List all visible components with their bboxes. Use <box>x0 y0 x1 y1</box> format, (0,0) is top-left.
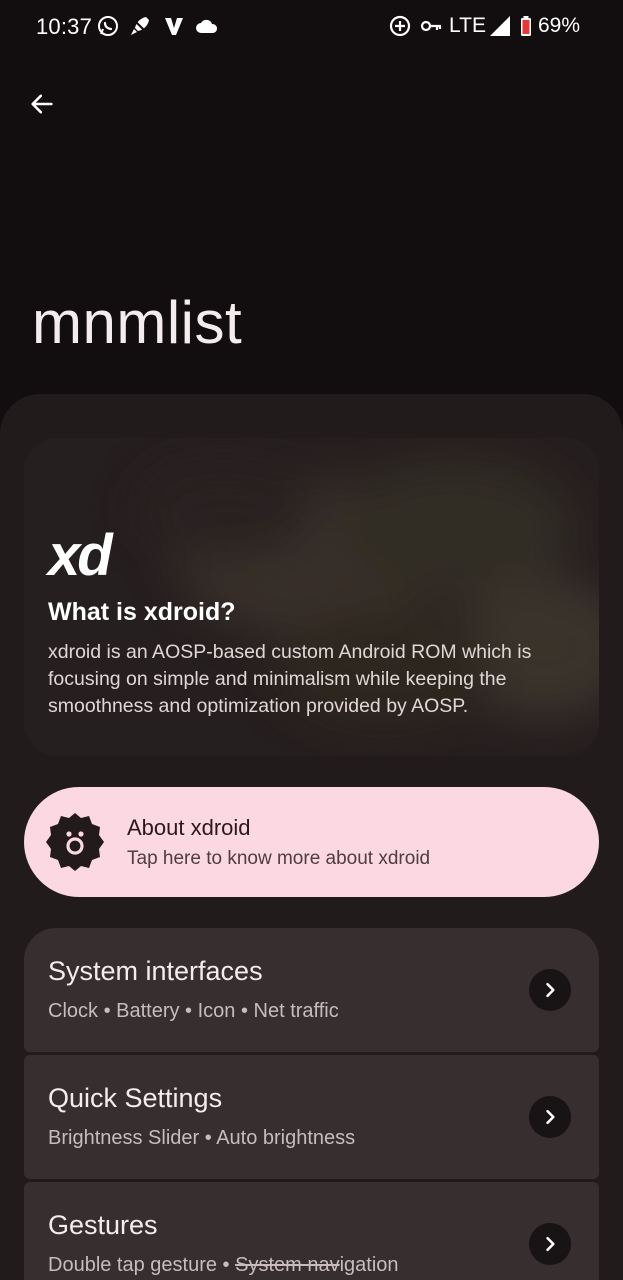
screen: 10:37 LTE 69% mnmlist xd What is xdroid?… <box>0 0 623 1280</box>
item-subtitle-struck: System nav <box>235 1254 340 1276</box>
chevron-button[interactable] <box>529 969 571 1011</box>
settings-item-gestures[interactable]: Gestures Double tap gesture • System nav… <box>24 1182 599 1280</box>
item-title: System interfaces <box>48 956 263 986</box>
about-subtitle: Tap here to know more about xdroid <box>127 848 431 869</box>
item-subtitle: Brightness Slider • Auto brightness <box>48 1127 356 1149</box>
xdroid-badge-icon <box>46 813 104 871</box>
hero-description: xdroid is an AOSP-based custom Android R… <box>48 641 532 717</box>
chevron-right-icon <box>546 1109 555 1125</box>
cloud-icon <box>196 19 218 33</box>
battery-percent: 69% <box>538 14 581 37</box>
settings-item-system-interfaces[interactable]: System interfaces Clock • Battery • Icon… <box>24 928 599 1052</box>
vpn-key-icon <box>420 20 442 32</box>
hero-card: xd What is xdroid? xdroid is an AOSP-bas… <box>24 438 599 756</box>
settings-item-quick-settings[interactable]: Quick Settings Brightness Slider • Auto … <box>24 1055 599 1179</box>
rocket-icon <box>130 16 150 36</box>
back-button[interactable] <box>18 80 66 128</box>
item-subtitle-plain: Double tap gesture • <box>48 1254 236 1276</box>
network-type: LTE <box>449 14 486 37</box>
status-bar: 10:37 LTE 69% <box>0 0 623 56</box>
chevron-right-icon <box>546 982 555 998</box>
data-saver-icon <box>389 15 411 37</box>
battery-icon <box>521 16 531 36</box>
page-title: mnmlist <box>32 289 243 356</box>
item-title: Quick Settings <box>48 1083 223 1113</box>
chevron-right-icon <box>546 1236 555 1252</box>
arrow-back-icon <box>31 94 53 114</box>
about-title: About xdroid <box>127 815 251 840</box>
item-title: Gestures <box>48 1210 158 1240</box>
item-subtitle-rest: igation <box>339 1254 399 1276</box>
hero-title: What is xdroid? <box>48 598 236 626</box>
item-subtitle: Double tap gesture • System navigation <box>48 1254 399 1277</box>
about-xdroid-card[interactable]: About xdroid Tap here to know more about… <box>24 787 599 897</box>
whatsapp-icon <box>98 16 118 36</box>
chevron-button[interactable] <box>529 1223 571 1265</box>
status-time: 10:37 <box>36 14 93 39</box>
v-icon <box>165 18 183 35</box>
signal-icon <box>490 16 510 36</box>
chevron-button[interactable] <box>529 1096 571 1138</box>
item-subtitle: Clock • Battery • Icon • Net traffic <box>48 1000 339 1022</box>
xdroid-logo: xd <box>48 523 113 588</box>
